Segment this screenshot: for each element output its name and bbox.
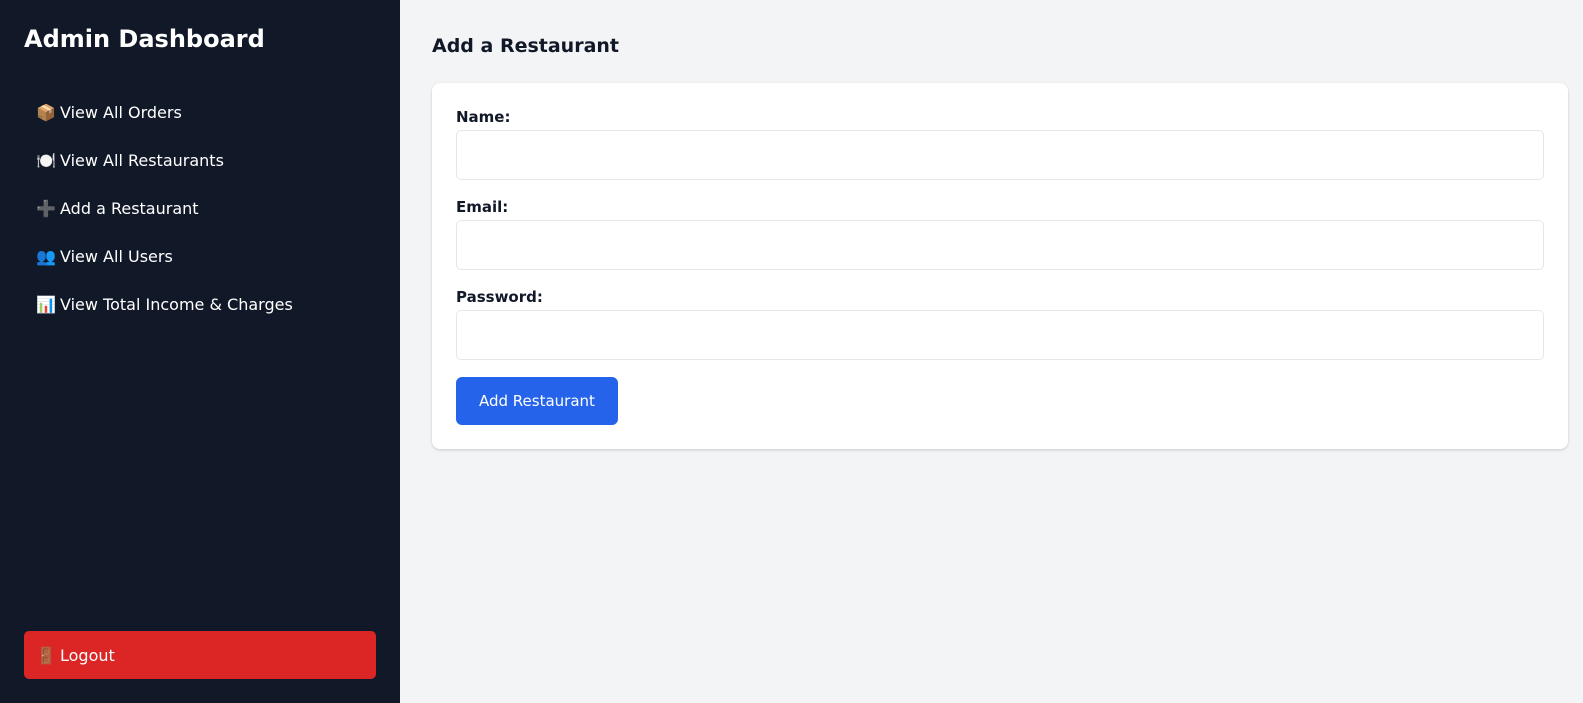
password-input[interactable]: [456, 310, 1544, 360]
name-input[interactable]: [456, 130, 1544, 180]
sidebar-item-view-all-orders[interactable]: 📦 View All Orders: [24, 88, 376, 136]
email-input[interactable]: [456, 220, 1544, 270]
sidebar-title: Admin Dashboard: [24, 25, 265, 53]
sidebar: Admin Dashboard 📦 View All Orders 🍽️ Vie…: [0, 0, 400, 703]
plus-icon: ➕: [36, 198, 56, 218]
page-title: Add a Restaurant: [432, 35, 620, 57]
sidebar-item-label: View Total Income & Charges: [60, 294, 293, 314]
main-content: Add a Restaurant Name: Email: Password: …: [400, 0, 1583, 703]
logout-button[interactable]: 🚪 Logout: [24, 631, 376, 679]
sidebar-item-view-all-users[interactable]: 👥 View All Users: [24, 232, 376, 280]
sidebar-item-label: View All Users: [60, 246, 173, 266]
password-label: Password:: [456, 288, 543, 306]
users-icon: 👥: [36, 246, 56, 266]
sidebar-item-label: Add a Restaurant: [60, 198, 199, 218]
sidebar-item-label: View All Restaurants: [60, 150, 224, 170]
add-restaurant-button[interactable]: Add Restaurant: [456, 377, 618, 425]
door-icon: 🚪: [36, 645, 56, 665]
sidebar-item-view-income-charges[interactable]: 📊 View Total Income & Charges: [24, 280, 376, 328]
bar-chart-icon: 📊: [36, 294, 56, 314]
sidebar-nav: 📦 View All Orders 🍽️ View All Restaurant…: [24, 88, 376, 328]
add-restaurant-form: Name: Email: Password: Add Restaurant: [432, 83, 1568, 449]
sidebar-item-add-restaurant[interactable]: ➕ Add a Restaurant: [24, 184, 376, 232]
email-label: Email:: [456, 198, 509, 216]
sidebar-top: Admin Dashboard 📦 View All Orders 🍽️ Vie…: [24, 24, 376, 328]
name-label: Name:: [456, 108, 511, 126]
package-icon: 📦: [36, 102, 56, 122]
sidebar-item-view-all-restaurants[interactable]: 🍽️ View All Restaurants: [24, 136, 376, 184]
logout-label: Logout: [60, 645, 115, 665]
plate-icon: 🍽️: [36, 150, 56, 170]
sidebar-item-label: View All Orders: [60, 102, 182, 122]
